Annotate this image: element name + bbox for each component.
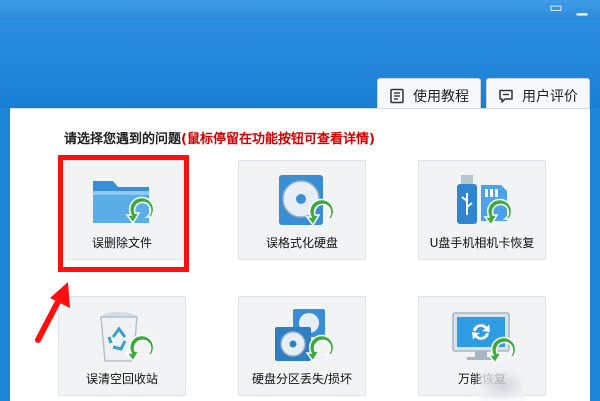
option-usb-card-recovery[interactable]: U盘手机相机卡恢复: [418, 160, 546, 260]
option-label: 误格式化硬盘: [265, 236, 338, 250]
option-formatted-disk[interactable]: 误格式化硬盘: [238, 160, 366, 260]
pointer-arrow-icon: [35, 282, 70, 343]
universal-restore-icon: [452, 312, 517, 365]
option-emptied-recycle-bin[interactable]: 误清空回收站: [58, 296, 186, 396]
close-button[interactable]: ▁: [570, 0, 594, 18]
problem-prompt: 请选择您遇到的问题(鼠标停留在功能按钮可查看详情): [64, 128, 375, 147]
minimize-button[interactable]: ▭: [544, 0, 568, 18]
prompt-hint-text: (鼠标停留在功能按钮可查看详情): [181, 132, 375, 147]
title-bar: ▭ ▁: [0, 0, 600, 20]
header-bar: 使用教程 用户评价: [0, 20, 600, 114]
disk-restore-icon: [279, 175, 335, 227]
mouse-cursor-blur: [480, 370, 524, 400]
option-label: 硬盘分区丢失/损坏: [251, 372, 353, 386]
partition-restore-icon: [275, 309, 335, 363]
prompt-main-text: 请选择您遇到的问题: [64, 132, 182, 147]
selection-highlight-box: [58, 155, 189, 272]
comment-icon: [499, 89, 513, 103]
recycle-bin-restore-icon: [100, 312, 155, 363]
book-icon: [390, 88, 404, 104]
usb-card-restore-icon: [457, 175, 513, 227]
option-label: U盘手机相机卡恢复: [429, 236, 535, 250]
tutorial-label: 使用教程: [413, 89, 469, 105]
user-review-label: 用户评价: [522, 89, 578, 105]
option-label: 误清空回收站: [85, 372, 158, 386]
option-partition-recovery[interactable]: 硬盘分区丢失/损坏: [238, 296, 366, 396]
